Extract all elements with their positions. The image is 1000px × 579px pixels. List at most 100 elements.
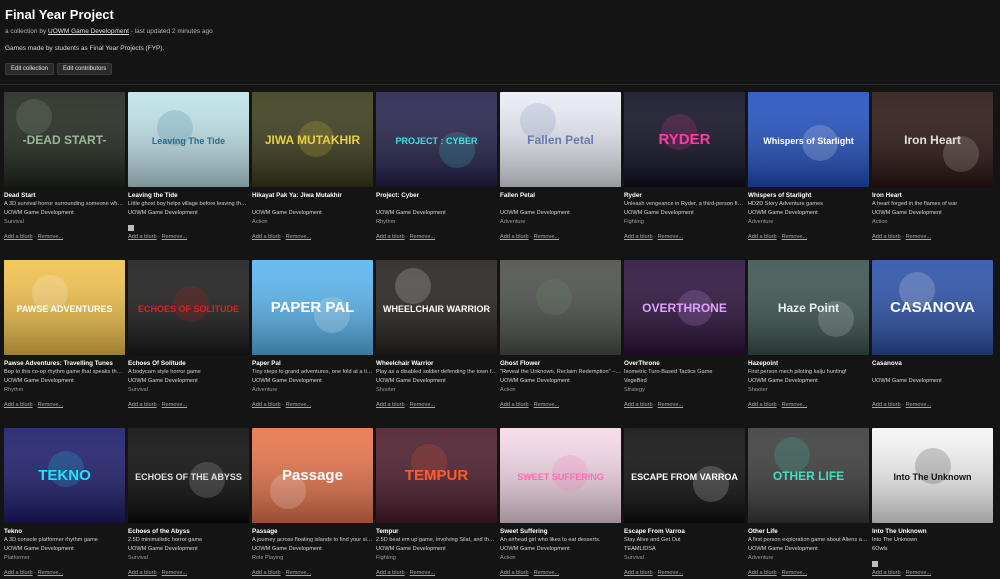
game-thumbnail[interactable]: Into The Unknown xyxy=(872,428,993,523)
game-card[interactable]: Fallen Petal Fallen Petal UOWM Game Develo… xyxy=(500,92,621,244)
add-blurb-link[interactable]: Add a blurb xyxy=(4,234,33,240)
game-title-link[interactable]: Echoes Of Solitude xyxy=(128,360,249,367)
game-title-link[interactable]: Hikayat Pak Ya: Jiwa Mutakhir xyxy=(252,192,373,199)
game-title-link[interactable]: Project: Cyber xyxy=(376,192,497,199)
game-author-link[interactable]: UOWM Game Development xyxy=(748,210,869,216)
add-blurb-link[interactable]: Add a blurb xyxy=(500,570,529,576)
game-thumbnail[interactable]: JIWA MUTAKHIR xyxy=(252,92,373,187)
game-thumbnail[interactable]: Fallen Petal xyxy=(500,92,621,187)
game-title-link[interactable]: Passage xyxy=(252,528,373,535)
game-title-link[interactable]: Dead Start xyxy=(4,192,125,199)
game-thumbnail[interactable]: CASANOVA xyxy=(872,260,993,355)
remove-link[interactable]: Remove... xyxy=(38,570,64,576)
game-title-link[interactable]: Casanova xyxy=(872,360,993,367)
game-title-link[interactable]: Iron Heart xyxy=(872,192,993,199)
game-title-link[interactable]: Whispers of Starlight xyxy=(748,192,869,199)
add-blurb-link[interactable]: Add a blurb xyxy=(872,570,901,576)
game-author-link[interactable]: UOWM Game Development xyxy=(4,210,125,216)
add-blurb-link[interactable]: Add a blurb xyxy=(376,570,405,576)
game-title-link[interactable]: Leaving the Tide xyxy=(128,192,249,199)
game-author-link[interactable]: UOWM Game Development xyxy=(500,378,621,384)
game-author-link[interactable]: UOWM Game Development xyxy=(748,546,869,552)
game-card[interactable]: PROJECT : CYBER Project: Cyber UOWM Game D… xyxy=(376,92,497,244)
owner-link[interactable]: UOWM Game Development xyxy=(48,28,129,35)
game-card[interactable]: TEMPUR Tempur 2.5D beat em up game, involv… xyxy=(376,428,497,579)
remove-link[interactable]: Remove... xyxy=(286,402,312,408)
add-blurb-link[interactable]: Add a blurb xyxy=(376,402,405,408)
remove-link[interactable]: Remove... xyxy=(162,570,188,576)
remove-link[interactable]: Remove... xyxy=(410,570,436,576)
game-thumbnail[interactable]: TEMPUR xyxy=(376,428,497,523)
game-thumbnail[interactable]: -DEAD START- xyxy=(4,92,125,187)
game-author-link[interactable]: UOWM Game Development xyxy=(252,210,373,216)
game-author-link[interactable]: TEAMLIDSA xyxy=(624,546,745,552)
game-card[interactable]: Haze Point Hazepoint First person mech pil… xyxy=(748,260,869,412)
game-author-link[interactable]: UOWM Game Development xyxy=(128,378,249,384)
add-blurb-link[interactable]: Add a blurb xyxy=(500,402,529,408)
game-author-link[interactable]: UOWM Game Development xyxy=(4,378,125,384)
add-blurb-link[interactable]: Add a blurb xyxy=(4,402,33,408)
remove-link[interactable]: Remove... xyxy=(38,234,64,240)
game-thumbnail[interactable]: ECHOES OF THE ABYSS xyxy=(128,428,249,523)
game-card[interactable]: JIWA MUTAKHIR Hikayat Pak Ya: Jiwa Mutakh… xyxy=(252,92,373,244)
game-thumbnail[interactable]: PROJECT : CYBER xyxy=(376,92,497,187)
game-thumbnail[interactable]: Leaving The Tide xyxy=(128,92,249,187)
game-title-link[interactable]: Paper Pal xyxy=(252,360,373,367)
game-card[interactable]: PAPER PAL Paper Pal Tiny steps to grand ad… xyxy=(252,260,373,412)
game-card[interactable]: ECHOES OF SOLITUDE Echoes Of Solitude A bo… xyxy=(128,260,249,412)
game-card[interactable]: RYDER Ryder Unleash vengeance in Ryder, a … xyxy=(624,92,745,244)
remove-link[interactable]: Remove... xyxy=(286,234,312,240)
game-title-link[interactable]: Echoes of the Abyss xyxy=(128,528,249,535)
game-title-link[interactable]: OverThrone xyxy=(624,360,745,367)
game-card[interactable]: ECHOES OF THE ABYSS Echoes of the Abyss 2.… xyxy=(128,428,249,579)
game-title-link[interactable]: Ryder xyxy=(624,192,745,199)
game-thumbnail[interactable]: RYDER xyxy=(624,92,745,187)
add-blurb-link[interactable]: Add a blurb xyxy=(128,234,157,240)
remove-link[interactable]: Remove... xyxy=(782,570,808,576)
add-blurb-link[interactable]: Add a blurb xyxy=(872,402,901,408)
remove-link[interactable]: Remove... xyxy=(286,570,312,576)
game-thumbnail[interactable]: OTHER LIFE xyxy=(748,428,869,523)
game-thumbnail[interactable]: Haze Point xyxy=(748,260,869,355)
game-author-link[interactable]: UOWM Game Development xyxy=(376,210,497,216)
add-blurb-link[interactable]: Add a blurb xyxy=(624,234,653,240)
edit-contributors-button[interactable]: Edit contributors xyxy=(57,63,113,75)
game-author-link[interactable]: UOWM Game Development xyxy=(376,378,497,384)
add-blurb-link[interactable]: Add a blurb xyxy=(748,570,777,576)
game-thumbnail[interactable]: PAPER PAL xyxy=(252,260,373,355)
remove-link[interactable]: Remove... xyxy=(658,570,684,576)
game-author-link[interactable]: UOWM Game Development xyxy=(252,378,373,384)
add-blurb-link[interactable]: Add a blurb xyxy=(4,570,33,576)
game-card[interactable]: Into The Unknown Into The Unknown Into The… xyxy=(872,428,993,579)
game-title-link[interactable]: Tekno xyxy=(4,528,125,535)
remove-link[interactable]: Remove... xyxy=(534,402,560,408)
game-card[interactable]: -DEAD START- Dead Start A 3D survival horr… xyxy=(4,92,125,244)
game-thumbnail[interactable]: Whispers of Starlight xyxy=(748,92,869,187)
game-card[interactable]: Iron Heart Iron Heart A heart forged in th… xyxy=(872,92,993,244)
remove-link[interactable]: Remove... xyxy=(410,402,436,408)
game-title-link[interactable]: Other Life xyxy=(748,528,869,535)
game-card[interactable]: ESCAPE FROM VARROA Escape From Varroa Stay… xyxy=(624,428,745,579)
add-blurb-link[interactable]: Add a blurb xyxy=(128,570,157,576)
add-blurb-link[interactable]: Add a blurb xyxy=(376,234,405,240)
game-thumbnail[interactable]: PAWSE ADVENTURES xyxy=(4,260,125,355)
game-title-link[interactable]: Pawse Adventures: Travelling Tunes xyxy=(4,360,125,367)
game-author-link[interactable]: UOWM Game Development xyxy=(128,210,249,216)
game-title-link[interactable]: Into The Unknown xyxy=(872,528,993,535)
game-author-link[interactable]: VegeBird xyxy=(624,378,745,384)
game-author-link[interactable]: UOWM Game Development xyxy=(624,210,745,216)
game-thumbnail[interactable]: SWEET SUFFERING xyxy=(500,428,621,523)
game-thumbnail[interactable]: ESCAPE FROM VARROA xyxy=(624,428,745,523)
add-blurb-link[interactable]: Add a blurb xyxy=(872,234,901,240)
game-card[interactable]: Whispers of Starlight Whispers of Starlig… xyxy=(748,92,869,244)
game-author-link[interactable]: UOWM Game Development xyxy=(872,378,993,384)
game-thumbnail[interactable]: WHEELCHAIR WARRIOR xyxy=(376,260,497,355)
game-card[interactable]: TEKNO Tekno A 3D console platformer rhythm… xyxy=(4,428,125,579)
game-author-link[interactable]: 6Owls xyxy=(872,546,993,552)
game-thumbnail[interactable]: Passage xyxy=(252,428,373,523)
remove-link[interactable]: Remove... xyxy=(906,402,932,408)
game-title-link[interactable]: Wheelchair Warrior xyxy=(376,360,497,367)
game-card[interactable]: WHEELCHAIR WARRIOR Wheelchair Warrior Play… xyxy=(376,260,497,412)
game-author-link[interactable]: UOWM Game Development xyxy=(748,378,869,384)
remove-link[interactable]: Remove... xyxy=(534,570,560,576)
